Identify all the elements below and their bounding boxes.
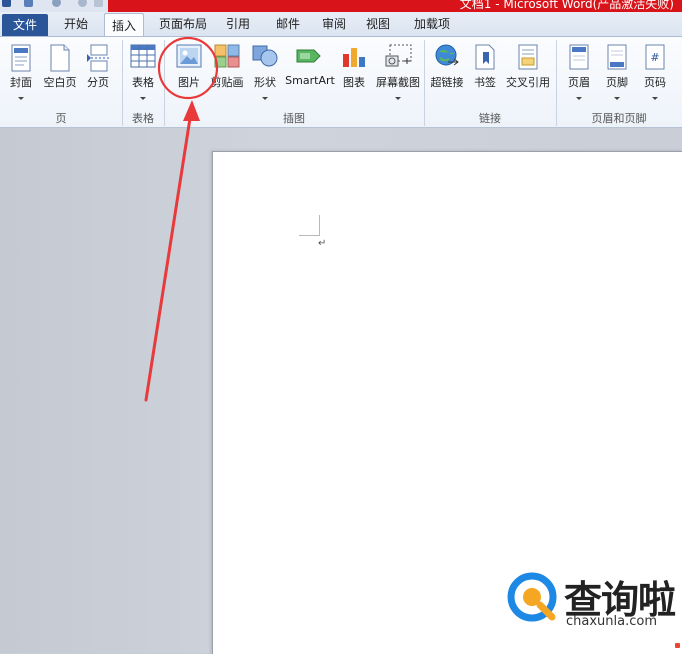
tab-insert[interactable]: 插入 bbox=[104, 13, 144, 38]
smartart-icon bbox=[296, 44, 324, 71]
tab-view[interactable]: 视图 bbox=[358, 12, 398, 36]
save-icon[interactable] bbox=[24, 0, 33, 7]
group-label-header-footer: 页眉和页脚 bbox=[591, 112, 647, 125]
cover-page-dropdown-caret[interactable] bbox=[18, 97, 24, 100]
chart-icon bbox=[341, 44, 367, 71]
page-number-dropdown-caret[interactable] bbox=[652, 97, 658, 100]
hyperlink-button[interactable]: 超链接 bbox=[431, 40, 464, 96]
paragraph-mark: ↵ bbox=[318, 238, 327, 249]
clip-art-icon bbox=[214, 44, 240, 71]
group-label-illustrations: 插图 bbox=[283, 112, 305, 125]
tab-page-layout[interactable]: 页面布局 bbox=[152, 12, 214, 36]
footer-icon bbox=[606, 44, 628, 73]
window-title: 文档1 - Microsoft Word(产品激活失败) bbox=[459, 0, 674, 11]
bookmark-button[interactable]: 书签 bbox=[472, 40, 498, 96]
tab-mailings[interactable]: 邮件 bbox=[268, 12, 308, 36]
smartart-button[interactable]: SmartArt bbox=[285, 40, 335, 96]
page-number-icon: # bbox=[644, 44, 666, 73]
title-bar: 文档1 - Microsoft Word(产品激活失败) bbox=[0, 0, 682, 12]
shapes-dropdown-caret[interactable] bbox=[262, 97, 268, 100]
group-label-links: 链接 bbox=[479, 112, 501, 125]
header-button[interactable]: 页眉 bbox=[564, 40, 594, 96]
footer-button[interactable]: 页脚 bbox=[602, 40, 632, 96]
tab-file[interactable]: 文件 bbox=[2, 14, 48, 36]
table-button[interactable]: 表格 bbox=[128, 40, 158, 96]
corner-marker bbox=[675, 643, 680, 648]
cross-reference-label: 交叉引用 bbox=[506, 76, 550, 89]
customize-qat-icon[interactable] bbox=[94, 0, 103, 7]
header-icon bbox=[568, 44, 590, 73]
watermark-url: chaxunla.com bbox=[566, 614, 657, 629]
table-dropdown-caret[interactable] bbox=[140, 97, 146, 100]
picture-button[interactable]: 图片 bbox=[172, 40, 206, 96]
tab-review[interactable]: 审阅 bbox=[314, 12, 354, 36]
blank-page-icon bbox=[49, 44, 71, 75]
shapes-button[interactable]: 形状 bbox=[250, 40, 280, 96]
screenshot-dropdown-caret[interactable] bbox=[395, 97, 401, 100]
watermark-logo-icon bbox=[507, 572, 557, 622]
tab-references[interactable]: 引用 bbox=[218, 12, 258, 36]
tab-home[interactable]: 开始 bbox=[52, 12, 100, 36]
picture-icon bbox=[176, 44, 202, 71]
cross-reference-icon bbox=[517, 44, 539, 73]
cover-page-icon bbox=[10, 44, 32, 75]
page-break-icon bbox=[87, 44, 109, 75]
screenshot-label: 屏幕截图 bbox=[376, 76, 420, 89]
chart-button[interactable]: 图表 bbox=[340, 40, 368, 96]
page-number-label: 页码 bbox=[644, 76, 666, 89]
hyperlink-icon bbox=[434, 44, 460, 71]
page-break-label: 分页 bbox=[87, 76, 109, 89]
redo-icon[interactable] bbox=[78, 0, 87, 7]
word-app-icon bbox=[2, 0, 11, 7]
group-label-tables: 表格 bbox=[132, 112, 154, 125]
quick-access-toolbar bbox=[2, 0, 103, 10]
page-break-button[interactable]: 分页 bbox=[84, 40, 112, 96]
shapes-icon bbox=[252, 44, 278, 71]
smartart-label: SmartArt bbox=[285, 74, 335, 87]
undo-icon[interactable] bbox=[52, 0, 61, 7]
cross-reference-button[interactable]: 交叉引用 bbox=[506, 40, 550, 96]
svg-text:#: # bbox=[650, 51, 659, 64]
footer-dropdown-caret[interactable] bbox=[614, 97, 620, 100]
page-number-button[interactable]: # 页码 bbox=[640, 40, 670, 96]
table-label: 表格 bbox=[132, 76, 154, 89]
table-icon bbox=[130, 44, 156, 71]
margin-corner-mark bbox=[299, 235, 319, 236]
blank-page-button[interactable]: 空白页 bbox=[44, 40, 77, 96]
tab-add-ins[interactable]: 加载项 bbox=[408, 12, 456, 36]
group-label-pages: 页 bbox=[55, 112, 67, 125]
bookmark-icon bbox=[474, 44, 496, 73]
clip-art-button[interactable]: 剪贴画 bbox=[211, 40, 244, 96]
screenshot-icon bbox=[384, 44, 412, 71]
margin-corner-mark bbox=[319, 215, 320, 236]
cover-page-button[interactable]: 封面 bbox=[6, 40, 36, 96]
header-dropdown-caret[interactable] bbox=[576, 97, 582, 100]
title-banner: 文档1 - Microsoft Word(产品激活失败) bbox=[108, 0, 682, 12]
bookmark-label: 书签 bbox=[474, 76, 496, 89]
screenshot-button[interactable]: 屏幕截图 bbox=[376, 40, 420, 96]
